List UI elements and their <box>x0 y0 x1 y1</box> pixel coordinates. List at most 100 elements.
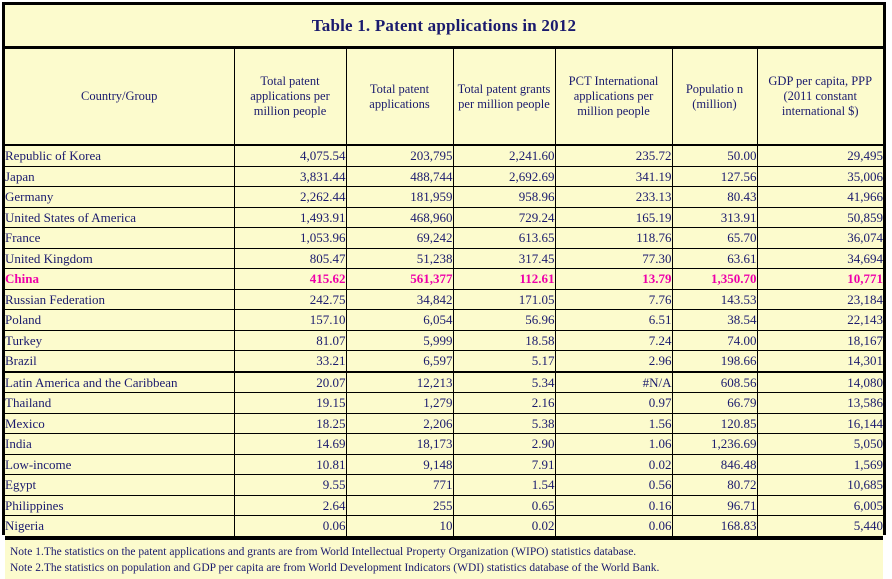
cell-total-apps: 468,960 <box>345 206 454 228</box>
cell-gdp-per-capita: 14,301 <box>756 350 883 372</box>
cell-grants-per-million: 2,241.60 <box>452 144 556 167</box>
cell-population: 80.43 <box>671 186 758 208</box>
cell-country: Nigeria <box>5 515 235 537</box>
cell-population: 120.85 <box>671 412 758 434</box>
patent-applications-table: Table 1. Patent applications in 2012 Cou… <box>2 2 886 579</box>
column-header-population: Populatio n (million) <box>671 49 758 146</box>
cell-gdp-per-capita: 34,694 <box>756 247 883 269</box>
cell-grants-per-million: 2,692.69 <box>452 165 556 187</box>
cell-country: Brazil <box>5 350 235 372</box>
cell-total-apps: 771 <box>345 474 454 496</box>
cell-pct-per-million: 7.76 <box>554 288 673 310</box>
cell-gdp-per-capita: 35,006 <box>756 165 883 187</box>
cell-country: Latin America and the Caribbean <box>5 370 235 393</box>
table-header-row: Country/Group Total patent applications … <box>5 49 883 146</box>
cell-total-apps: 51,238 <box>345 247 454 269</box>
cell-grants-per-million: 7.91 <box>452 453 556 475</box>
cell-apps-per-million: 242.75 <box>233 288 347 310</box>
cell-gdp-per-capita: 6,005 <box>756 494 883 516</box>
table-row: Brazil 33.21 6,597 5.17 2.96 198.66 14,301 <box>5 350 883 372</box>
cell-pct-per-million: 233.13 <box>554 186 673 208</box>
cell-apps-per-million: 14.69 <box>233 433 347 455</box>
cell-country: Germany <box>5 186 235 208</box>
cell-population: 1,236.69 <box>671 433 758 455</box>
cell-total-apps: 181,959 <box>345 186 454 208</box>
cell-population: 143.53 <box>671 288 758 310</box>
cell-population: 198.66 <box>671 350 758 372</box>
table-row: Latin America and the Caribbean 20.07 12,2… <box>5 370 883 393</box>
cell-grants-per-million: 958.96 <box>452 186 556 208</box>
note-line-2: Note 2.The statistics on population and … <box>10 561 660 574</box>
cell-population: 608.56 <box>671 370 758 393</box>
cell-pct-per-million: 0.02 <box>554 453 673 475</box>
cell-grants-per-million: 2.90 <box>452 433 556 455</box>
cell-population: 1,350.70 <box>671 268 758 290</box>
cell-grants-per-million: 2.16 <box>452 392 556 414</box>
cell-apps-per-million: 18.25 <box>233 412 347 434</box>
cell-gdp-per-capita: 10,685 <box>756 474 883 496</box>
cell-pct-per-million: 0.56 <box>554 474 673 496</box>
column-header-grants-per-million: Total patent grants per million people <box>452 49 556 146</box>
cell-total-apps: 34,842 <box>345 288 454 310</box>
cell-apps-per-million: 81.07 <box>233 329 347 351</box>
cell-population: 80.72 <box>671 474 758 496</box>
cell-pct-per-million: 13.79 <box>554 268 673 290</box>
table-row: Philippines 2.64 255 0.65 0.16 96.71 6,005 <box>5 494 883 516</box>
cell-total-apps: 6,597 <box>345 350 454 372</box>
cell-apps-per-million: 0.06 <box>233 515 347 537</box>
cell-apps-per-million: 19.15 <box>233 392 347 414</box>
cell-gdp-per-capita: 5,440 <box>756 515 883 537</box>
cell-population: 66.79 <box>671 392 758 414</box>
cell-country: Thailand <box>5 392 235 414</box>
page-title: Table 1. Patent applications in 2012 <box>311 15 577 35</box>
table-row: Poland 157.10 6,054 56.96 6.51 38.54 22,143 <box>5 309 883 331</box>
column-header-total-apps: Total patent applications <box>345 49 454 146</box>
cell-grants-per-million: 5.17 <box>452 350 556 372</box>
cell-gdp-per-capita: 41,966 <box>756 186 883 208</box>
cell-pct-per-million: 6.51 <box>554 309 673 331</box>
cell-country: India <box>5 433 235 455</box>
cell-country: Turkey <box>5 329 235 351</box>
cell-grants-per-million: 613.65 <box>452 227 556 249</box>
cell-country: Russian Federation <box>5 288 235 310</box>
cell-country: Republic of Korea <box>5 144 235 167</box>
cell-gdp-per-capita: 13,586 <box>756 392 883 414</box>
cell-apps-per-million: 157.10 <box>233 309 347 331</box>
cell-gdp-per-capita: 22,143 <box>756 309 883 331</box>
cell-pct-per-million: 0.06 <box>554 515 673 537</box>
column-header-pct-per-million: PCT International applications per milli… <box>554 49 673 146</box>
cell-population: 38.54 <box>671 309 758 331</box>
cell-apps-per-million: 4,075.54 <box>233 144 347 167</box>
cell-country: Mexico <box>5 412 235 434</box>
cell-pct-per-million: 1.56 <box>554 412 673 434</box>
cell-population: 74.00 <box>671 329 758 351</box>
cell-country: Japan <box>5 165 235 187</box>
cell-grants-per-million: 112.61 <box>452 268 556 290</box>
cell-gdp-per-capita: 18,167 <box>756 329 883 351</box>
table-row: Mexico 18.25 2,206 5.38 1.56 120.85 16,144 <box>5 412 883 434</box>
cell-country: Low-income <box>5 453 235 475</box>
cell-gdp-per-capita: 1,569 <box>756 453 883 475</box>
cell-country: France <box>5 227 235 249</box>
cell-grants-per-million: 317.45 <box>452 247 556 269</box>
cell-gdp-per-capita: 5,050 <box>756 433 883 455</box>
cell-population: 63.61 <box>671 247 758 269</box>
table-row: Egypt 9.55 771 1.54 0.56 80.72 10,685 <box>5 474 883 496</box>
cell-total-apps: 561,377 <box>345 268 454 290</box>
cell-total-apps: 255 <box>345 494 454 516</box>
cell-pct-per-million: 0.97 <box>554 392 673 414</box>
cell-population: 168.83 <box>671 515 758 537</box>
table-notes: Note 1.The statistics on the patent appl… <box>5 536 883 579</box>
cell-population: 313.91 <box>671 206 758 228</box>
data-table: Country/Group Total patent applications … <box>5 49 883 537</box>
cell-grants-per-million: 0.02 <box>452 515 556 537</box>
table-row: India 14.69 18,173 2.90 1.06 1,236.69 5,050 <box>5 433 883 455</box>
cell-gdp-per-capita: 29,495 <box>756 144 883 167</box>
table-row: Japan 3,831.44 488,744 2,692.69 341.19 127.56… <box>5 165 883 187</box>
note-line-1: Note 1.The statistics on the patent appl… <box>10 545 637 558</box>
cell-pct-per-million: 118.76 <box>554 227 673 249</box>
cell-country: Egypt <box>5 474 235 496</box>
cell-country: United States of America <box>5 206 235 228</box>
cell-population: 50.00 <box>671 144 758 167</box>
cell-apps-per-million: 1,493.91 <box>233 206 347 228</box>
